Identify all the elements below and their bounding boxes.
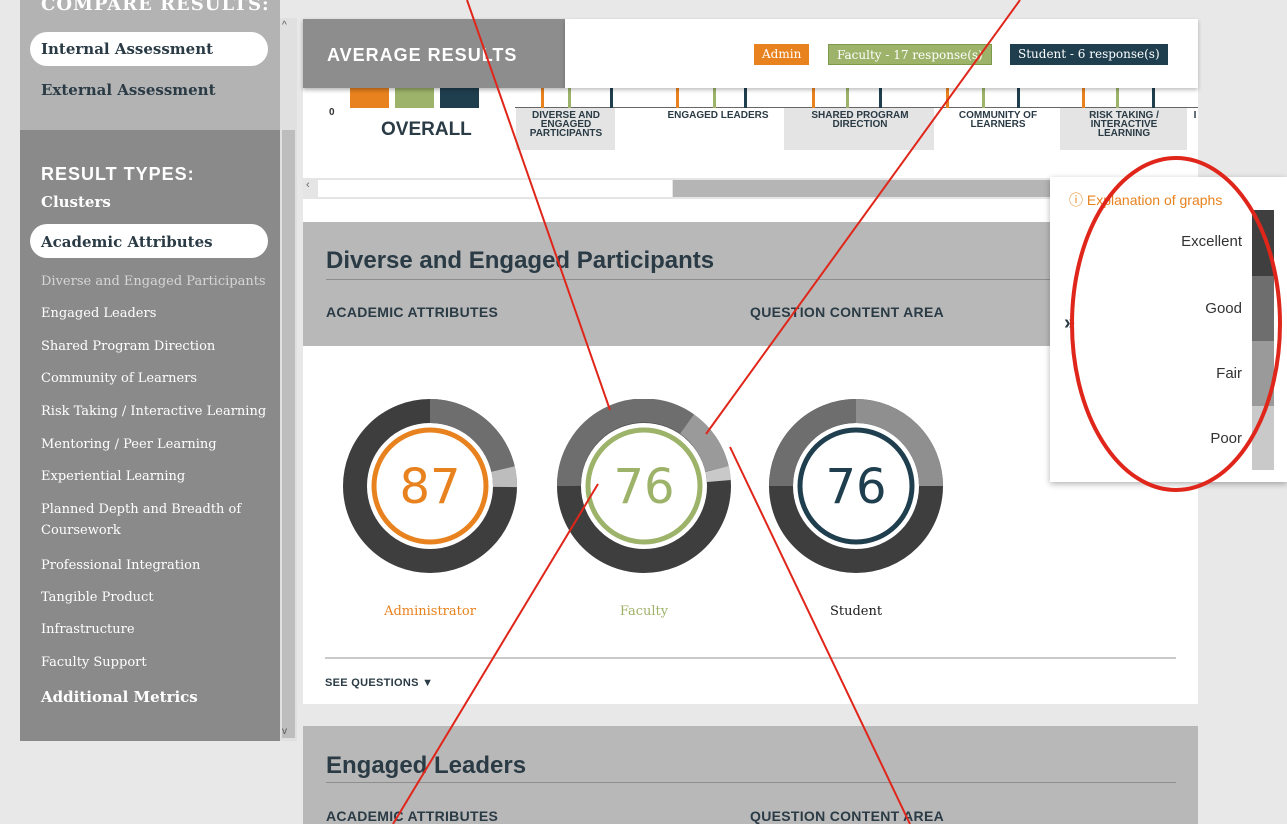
category-label-diverse: DIVERSE AND ENGAGED PARTICIPANTS	[529, 110, 603, 139]
axis-baseline	[515, 107, 1198, 108]
collapse-chevron-icon[interactable]: »	[1064, 312, 1075, 335]
overall-admin-bar	[350, 88, 389, 108]
badge-faculty[interactable]: Faculty - 17 response(s)	[828, 44, 992, 65]
sidebar-item-mentoring[interactable]: Mentoring / Peer Learning	[41, 434, 271, 455]
section-divider	[325, 657, 1176, 659]
legend-band-good	[1252, 276, 1274, 341]
tick-student	[744, 88, 747, 108]
tick-faculty	[568, 88, 571, 108]
tick-admin	[541, 88, 544, 108]
sidebar-item-community[interactable]: Community of Learners	[41, 368, 271, 389]
additional-metrics-link[interactable]: Additional Metrics	[41, 688, 198, 706]
explanation-of-graphs-link[interactable]: ⓘ Explanation of graphs	[1069, 190, 1222, 210]
legend-label-poor: Poor	[1210, 430, 1242, 447]
section-title-rule	[326, 782, 1176, 783]
category-label-engaged-leaders: ENGAGED LEADERS	[667, 110, 769, 121]
overall-label: OVERALL	[381, 119, 472, 140]
tick-faculty	[982, 88, 985, 108]
section-title: Diverse and Engaged Participants	[326, 247, 715, 274]
sidebar-item-risk-taking[interactable]: Risk Taking / Interactive Learning	[41, 401, 271, 422]
internal-assessment-link[interactable]: Internal Assessment	[41, 40, 213, 58]
admin-score-value: 87	[399, 459, 460, 515]
tick-student	[1017, 88, 1020, 108]
average-results-header: Admin Faculty - 17 response(s) Student -…	[565, 19, 1198, 88]
average-results-title-box: AVERAGE RESULTS	[303, 19, 565, 88]
admin-score-label: Administrator	[384, 604, 476, 619]
category-label-shared-program: SHARED PROGRAM DIRECTION	[811, 110, 909, 130]
scroll-down-icon[interactable]: v	[282, 726, 287, 737]
sidebar-scroll-thumb[interactable]	[282, 130, 295, 738]
compare-results-heading: COMPARE RESULTS:	[41, 0, 270, 15]
student-score-value: 76	[825, 459, 886, 515]
tick-faculty	[846, 88, 849, 108]
faculty-score-donut[interactable]: 76	[557, 399, 731, 573]
horizontal-scroll-track[interactable]	[318, 180, 672, 197]
sidebar-item-tangible[interactable]: Tangible Product	[41, 587, 271, 608]
sidebar-item-shared-program[interactable]: Shared Program Direction	[41, 336, 271, 357]
question-content-area-label: QUESTION CONTENT AREA	[750, 808, 945, 824]
see-questions-link[interactable]: SEE QUESTIONS ▼	[325, 677, 433, 689]
scroll-up-icon[interactable]: ^	[282, 20, 287, 31]
student-score-donut[interactable]: 76	[769, 399, 943, 573]
academic-attributes-label: ACADEMIC ATTRIBUTES	[326, 808, 499, 824]
legend-band-poor	[1252, 406, 1274, 470]
admin-score-donut[interactable]: 87	[343, 399, 517, 573]
legend-label-excellent: Excellent	[1181, 233, 1242, 250]
tick-admin	[812, 88, 815, 108]
section-engaged-leaders-header: Engaged Leaders ACADEMIC ATTRIBUTES QUES…	[303, 726, 1198, 824]
legend-band-excellent	[1252, 210, 1274, 276]
academic-attributes-label: ACADEMIC ATTRIBUTES	[326, 304, 499, 320]
sidebar-item-engaged-leaders[interactable]: Engaged Leaders	[41, 303, 271, 324]
question-content-area-label: QUESTION CONTENT AREA	[750, 304, 945, 320]
sidebar-item-infrastructure[interactable]: Infrastructure	[41, 619, 271, 640]
sidebar-scrollbar[interactable]: ^ v	[280, 18, 297, 741]
tick-admin	[946, 88, 949, 108]
tick-student	[610, 88, 613, 108]
overall-student-bar	[440, 88, 479, 108]
tick-student	[1152, 88, 1155, 108]
sidebar-item-professional[interactable]: Professional Integration	[41, 555, 271, 576]
tick-faculty	[713, 88, 716, 108]
tick-admin	[676, 88, 679, 108]
tick-student	[879, 88, 882, 108]
tick-admin	[1082, 88, 1085, 108]
category-label-community: COMMUNITY OF LEARNERS	[958, 110, 1038, 130]
axis-zero-label: 0	[329, 107, 335, 118]
legend-label-good: Good	[1205, 300, 1242, 317]
sidebar-item-diverse-engaged[interactable]: Diverse and Engaged Participants	[41, 271, 271, 292]
sidebar-item-planned-depth[interactable]: Planned Depth and Breadth of Coursework	[41, 499, 271, 541]
badge-admin[interactable]: Admin	[754, 44, 810, 65]
graph-explanation-popup: ⓘ Explanation of graphs » Excellent Good…	[1050, 177, 1287, 482]
legend-band-fair	[1252, 341, 1274, 406]
category-label-next: I	[1193, 110, 1197, 121]
clusters-link[interactable]: Clusters	[41, 193, 111, 211]
tick-faculty	[1116, 88, 1119, 108]
donut-poor-arc	[705, 466, 731, 483]
faculty-score-label: Faculty	[619, 604, 669, 619]
badge-student[interactable]: Student - 6 response(s)	[1010, 44, 1168, 65]
student-score-label: Student	[829, 604, 883, 619]
legend-label-fair: Fair	[1216, 365, 1242, 382]
faculty-score-value: 76	[613, 459, 674, 515]
donut-fair-arc	[491, 466, 517, 488]
scroll-left-icon[interactable]: ‹	[306, 179, 310, 191]
sidebar-item-experiential[interactable]: Experiential Learning	[41, 466, 271, 487]
sidebar-item-faculty-support[interactable]: Faculty Support	[41, 652, 271, 673]
external-assessment-link[interactable]: External Assessment	[41, 81, 216, 99]
section-title: Engaged Leaders	[326, 752, 527, 779]
section-title-rule	[326, 279, 1176, 280]
academic-attributes-link[interactable]: Academic Attributes	[41, 233, 213, 251]
average-results-title: AVERAGE RESULTS	[327, 45, 518, 65]
sidebar: COMPARE RESULTS: Internal Assessment Ext…	[20, 0, 280, 741]
result-types-heading: RESULT TYPES:	[41, 164, 195, 184]
category-label-risk-taking: RISK TAKING / INTERACTIVE LEARNING	[1089, 110, 1159, 139]
overall-faculty-bar	[395, 88, 434, 108]
